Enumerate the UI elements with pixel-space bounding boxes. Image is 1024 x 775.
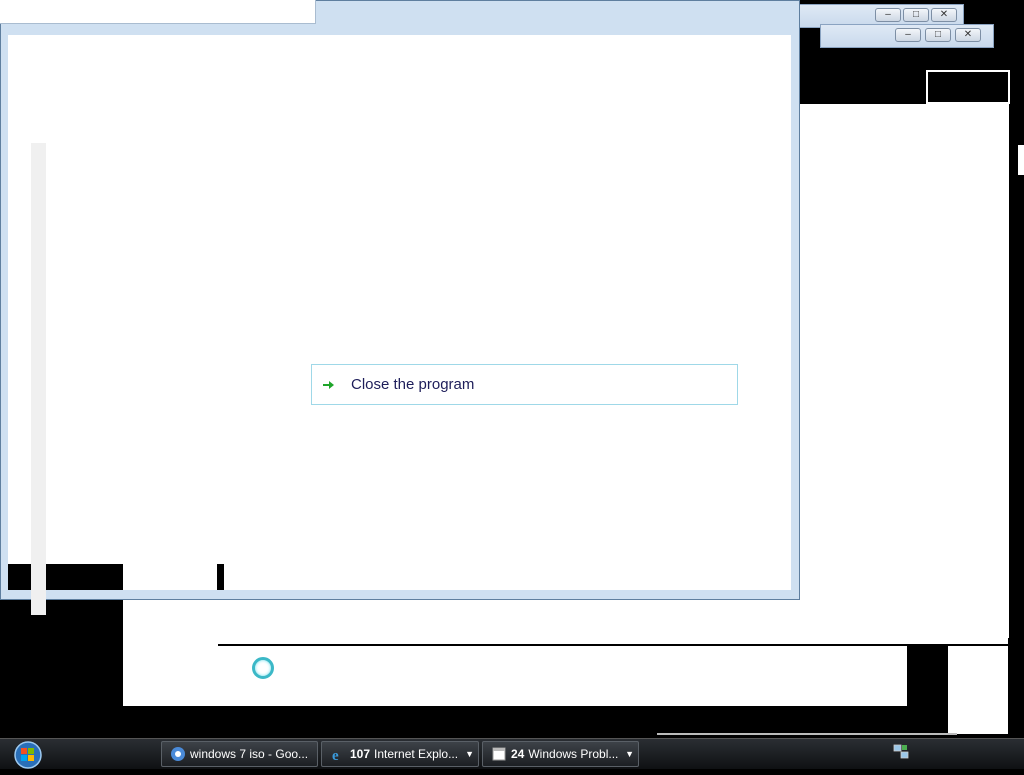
background-strip (1018, 145, 1024, 175)
dialog-content (8, 35, 791, 590)
window-icon (491, 746, 507, 762)
minimize-button[interactable]: – (875, 8, 901, 22)
dialog-content-cutout (8, 564, 31, 590)
busy-spinner-icon (252, 657, 274, 679)
background-window-frame (926, 70, 1010, 104)
maximize-button[interactable]: □ (903, 8, 929, 22)
dialog-title-tab (0, 0, 316, 24)
taskbar-item-windows-problem[interactable]: 24 Windows Probl... ▼ (482, 741, 639, 767)
network-icon[interactable] (893, 744, 909, 760)
taskbar-item-chrome[interactable]: windows 7 iso - Goo... (161, 741, 318, 767)
close-button[interactable]: ✕ (955, 28, 981, 42)
taskbar: windows 7 iso - Goo... e 107 Internet Ex… (0, 738, 1024, 769)
background-panel (948, 646, 1008, 734)
windows-logo-icon (14, 741, 42, 769)
tray-strip (657, 733, 957, 735)
taskbar-item-label: windows 7 iso - Goo... (190, 747, 309, 761)
dialog-content-cutout-3 (217, 564, 224, 590)
taskbar-item-count: 24 (511, 747, 525, 761)
taskbar-item-internet-explorer[interactable]: e 107 Internet Explo... ▼ (321, 741, 479, 767)
taskbar-item-label: Internet Explo... (374, 747, 459, 761)
minimize-button[interactable]: – (895, 28, 921, 42)
internet-explorer-icon: e (330, 746, 346, 764)
dialog-content-cutout-2 (46, 564, 123, 590)
green-arrow-icon (321, 378, 335, 392)
taskbar-item-label: Windows Probl... (528, 747, 619, 761)
svg-text:e: e (332, 748, 339, 762)
dropdown-arrow-icon: ▼ (625, 749, 634, 759)
dropdown-arrow-icon: ▼ (465, 749, 474, 759)
background-window-titlebar-2: – □ ✕ (820, 24, 994, 48)
maximize-button[interactable]: □ (925, 28, 951, 42)
command-link-label: Close the program (351, 376, 475, 393)
dialog-scroll-track (31, 143, 46, 615)
start-button[interactable] (8, 740, 48, 770)
background-panel-4 (123, 646, 907, 706)
close-program-command-link[interactable]: Close the program (311, 364, 738, 405)
chrome-icon (170, 746, 186, 762)
background-window-body (784, 104, 1009, 638)
taskbar-item-count: 107 (350, 747, 371, 761)
close-button[interactable]: ✕ (931, 8, 957, 22)
